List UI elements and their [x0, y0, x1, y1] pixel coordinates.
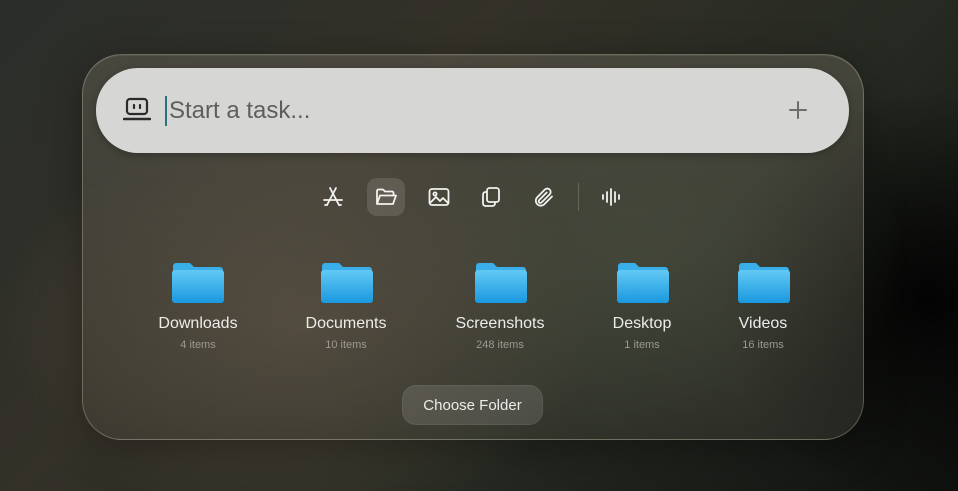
app-store-button[interactable] [314, 178, 352, 216]
folder-open-icon [376, 188, 397, 205]
folder-icon [617, 263, 669, 303]
folder-item-count: 1 items [624, 339, 660, 351]
folder-button[interactable] [367, 178, 405, 216]
folder-name: Screenshots [455, 315, 545, 332]
folder-icon [738, 263, 790, 303]
folder-item-count: 10 items [325, 339, 367, 351]
copy-icon [482, 187, 500, 207]
folder-downloads[interactable]: Downloads 4 items [128, 256, 268, 356]
folder-videos[interactable]: Videos 16 items [693, 256, 833, 356]
attach-button[interactable] [525, 178, 563, 216]
folder-screenshots[interactable]: Screenshots 248 items [430, 256, 570, 356]
folder-name: Documents [305, 315, 387, 332]
app-store-icon [323, 187, 343, 206]
folder-name: Desktop [612, 315, 672, 332]
folder-item-count: 4 items [180, 339, 216, 351]
folder-icon [475, 263, 527, 303]
computer-icon [123, 97, 151, 121]
image-icon [428, 188, 450, 206]
folder-icon [172, 263, 224, 303]
waveform-icon [602, 188, 620, 206]
image-button[interactable] [420, 178, 458, 216]
paperclip-icon [534, 187, 553, 207]
text-caret [165, 96, 167, 126]
folder-documents[interactable]: Documents 10 items [276, 256, 416, 356]
folder-item-count: 248 items [476, 339, 524, 351]
add-button[interactable] [786, 98, 810, 122]
choose-folder-button[interactable]: Choose Folder [402, 385, 543, 425]
plus-icon [789, 101, 807, 119]
folder-icon [321, 263, 373, 303]
voice-button[interactable] [592, 178, 630, 216]
toolbar-divider [578, 183, 579, 211]
folder-desktop[interactable]: Desktop 1 items [572, 256, 712, 356]
task-input[interactable] [169, 92, 729, 130]
folder-name: Downloads [158, 315, 238, 332]
folder-name: Videos [738, 315, 788, 332]
folder-item-count: 16 items [742, 339, 784, 351]
copy-button[interactable] [472, 178, 510, 216]
